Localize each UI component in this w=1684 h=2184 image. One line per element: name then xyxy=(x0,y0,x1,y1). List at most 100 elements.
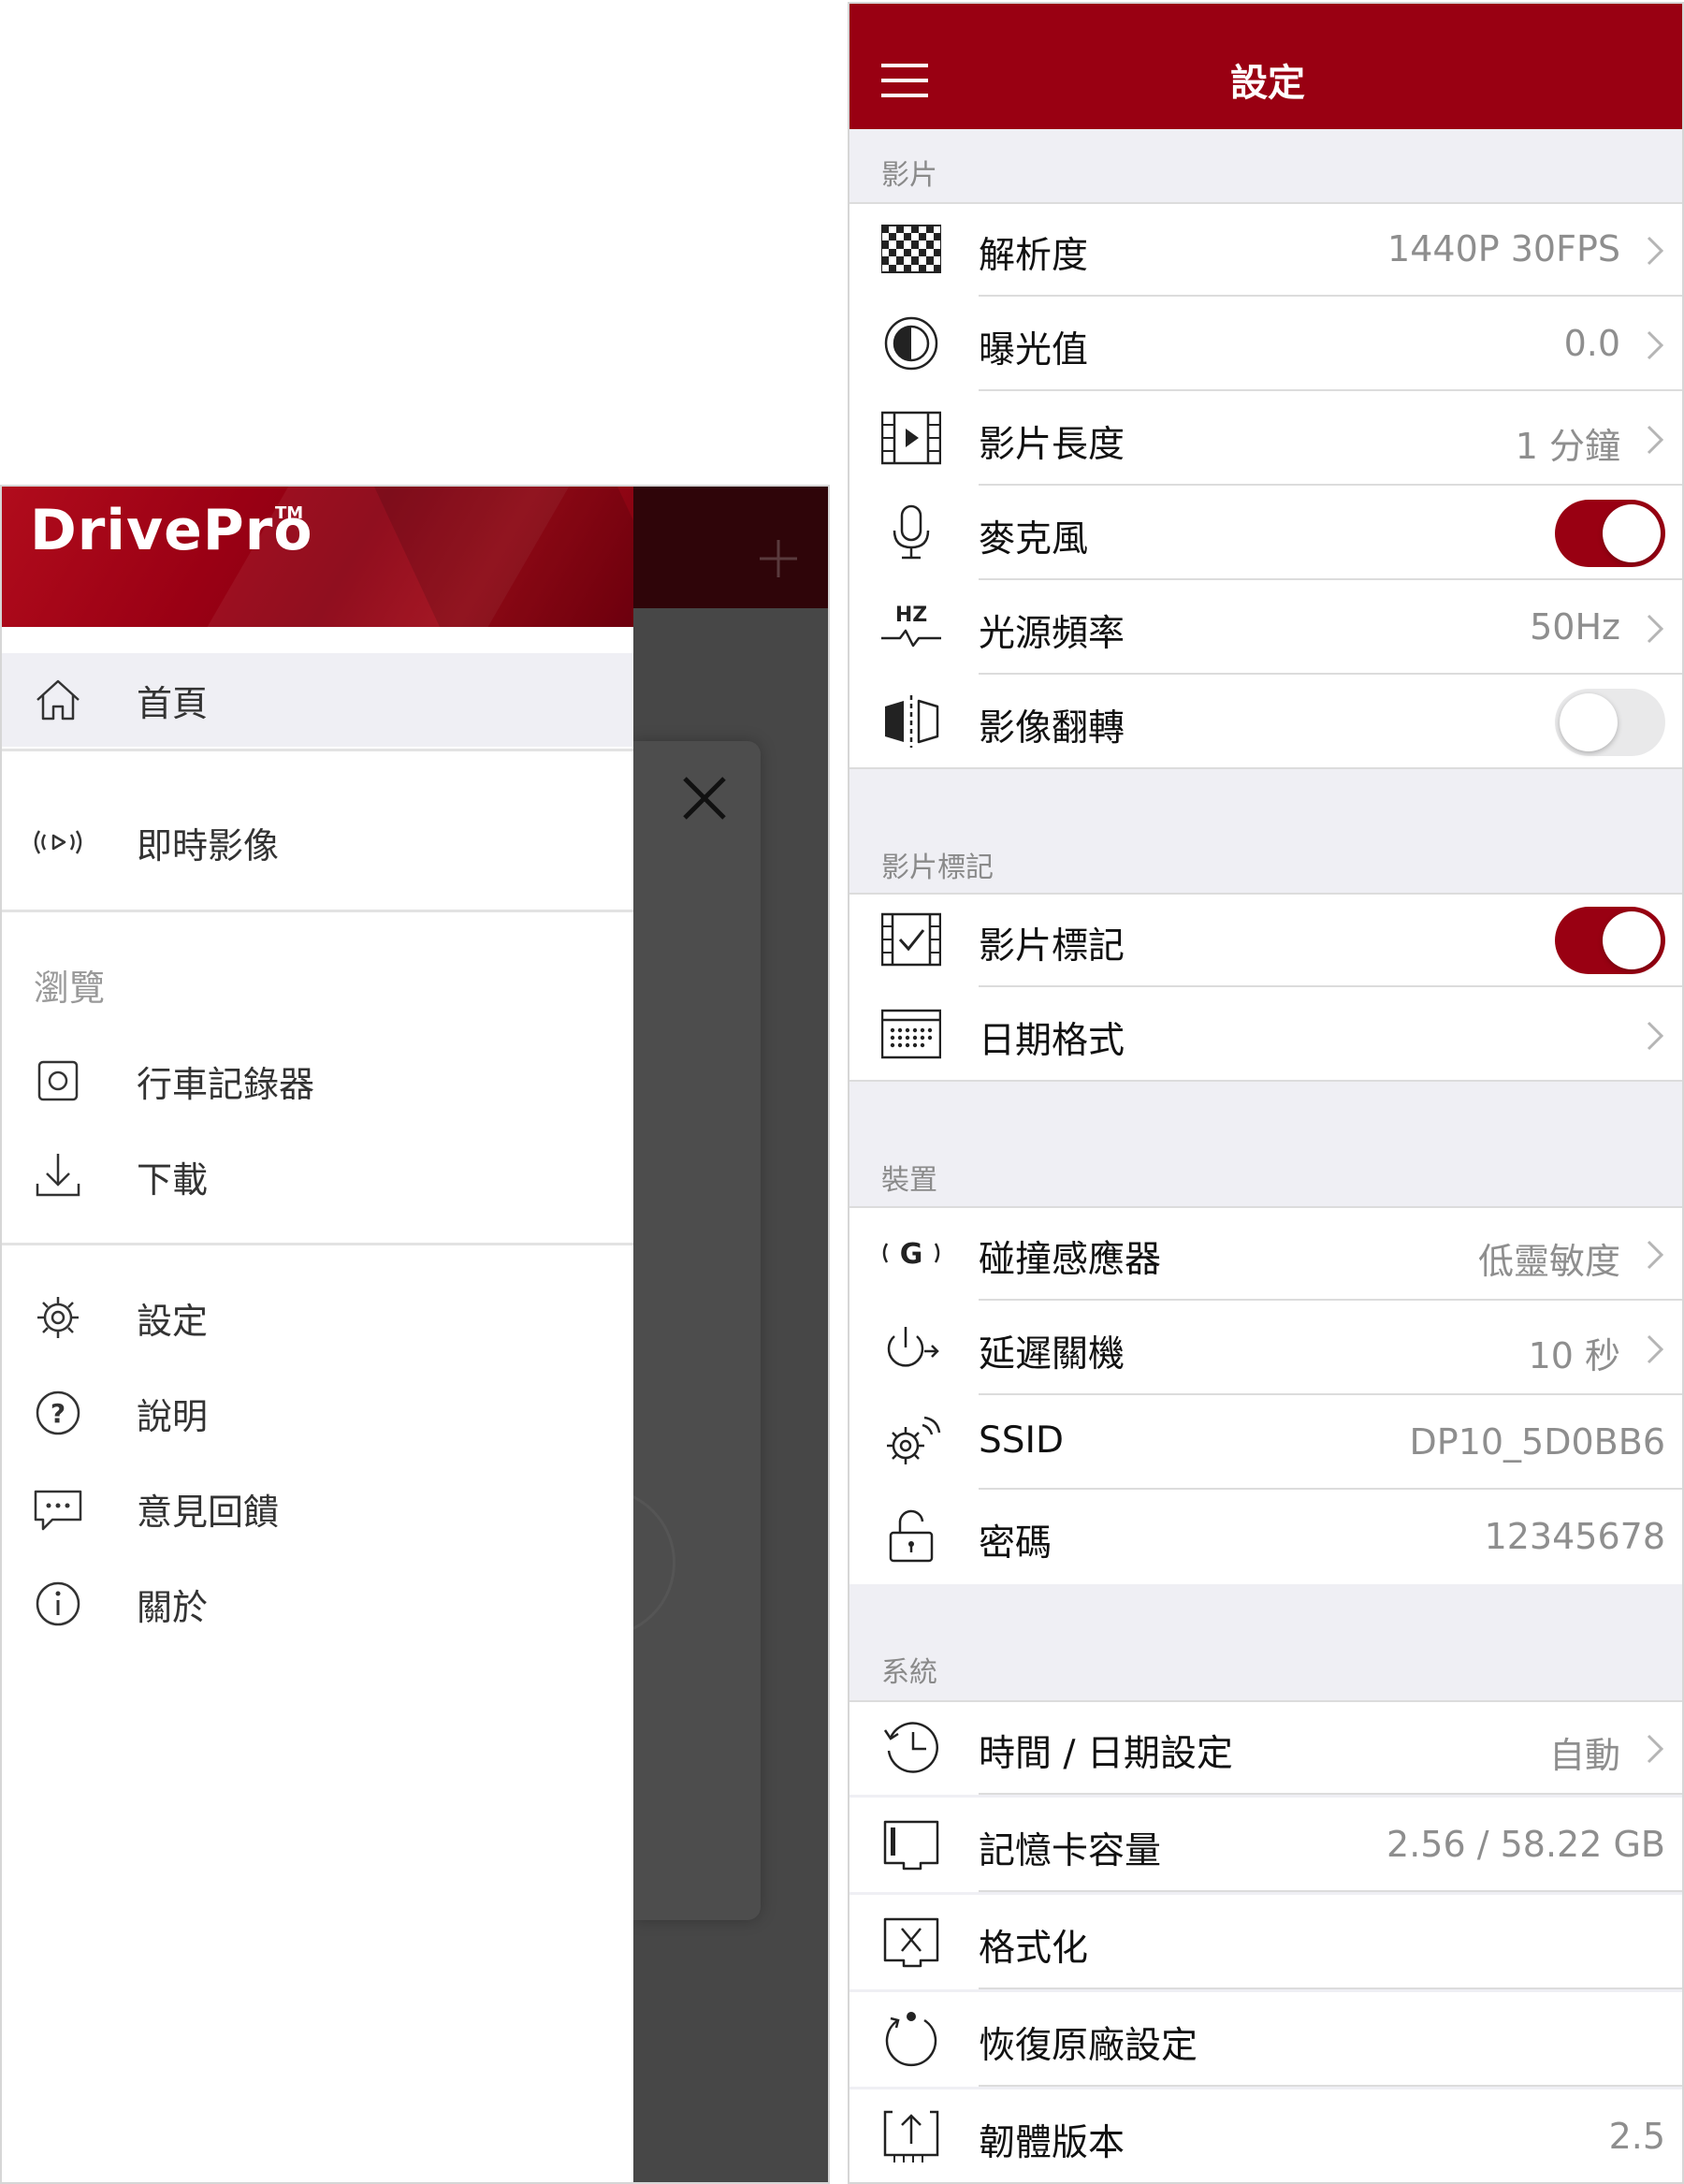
setting-label: 日期格式 xyxy=(979,1020,1125,1062)
setting-label: 韌體版本 xyxy=(979,2122,1125,2164)
setting-row-storage: 記憶卡容量 2.56 / 58.22 GB xyxy=(849,1798,1682,1892)
chevron-right-icon xyxy=(1647,425,1664,455)
film-icon xyxy=(881,411,941,465)
setting-row-firmware: 韌體版本 2.5 xyxy=(849,2089,1682,2182)
divider xyxy=(2,910,633,912)
setting-label: 密碼 xyxy=(979,1522,1052,1565)
section-header-system: 系統 xyxy=(881,1656,937,1689)
divider xyxy=(849,1206,1682,1208)
image-flip-toggle[interactable] xyxy=(1555,689,1665,756)
setting-label: 格式化 xyxy=(979,1928,1089,1970)
drawer-item-about[interactable]: 關於 xyxy=(2,1557,633,1651)
video-tag-icon xyxy=(881,912,941,967)
drawer-item-settings[interactable]: 設定 xyxy=(2,1271,633,1364)
resolution-checker-icon xyxy=(881,225,941,273)
drawer-item-label: 即時影像 xyxy=(137,824,280,866)
divider xyxy=(849,767,1682,769)
setting-row-exposure[interactable]: 曝光值 0.0 xyxy=(849,297,1682,391)
drawer-item-download[interactable]: 下載 xyxy=(2,1129,633,1223)
section-header-video: 影片 xyxy=(881,159,937,192)
divider xyxy=(849,1700,1682,1702)
setting-label: 延遲關機 xyxy=(979,1333,1125,1376)
setting-row-g-sensor[interactable]: G 碰撞感應器 低靈敏度 xyxy=(849,1206,1682,1301)
gear-icon xyxy=(37,1297,79,1338)
video-tag-toggle[interactable] xyxy=(1555,907,1665,974)
setting-value: 1440P 30FPS xyxy=(1387,228,1620,269)
dashcam-icon xyxy=(37,1060,79,1101)
setting-value: 10 秒 xyxy=(1528,1335,1620,1376)
firmware-upload-icon xyxy=(883,2110,939,2162)
setting-value: 自動 xyxy=(1548,1735,1620,1776)
exposure-icon xyxy=(884,316,938,371)
setting-row-video-tag: 影片標記 xyxy=(849,893,1682,987)
divider xyxy=(2,749,633,751)
setting-value: 0.0 xyxy=(1563,323,1620,364)
history-clock-icon xyxy=(883,1722,939,1773)
toggle-knob xyxy=(1560,693,1618,751)
setting-value: DP10_5D0BB6 xyxy=(1409,1421,1665,1463)
setting-value: 低靈敏度 xyxy=(1477,1241,1620,1282)
close-icon[interactable] xyxy=(681,775,728,822)
drawer-section-browse: 瀏覽 xyxy=(34,968,106,1009)
drawer-item-live-view[interactable]: 即時影像 xyxy=(2,795,633,889)
unlock-icon xyxy=(889,1509,934,1563)
setting-label: 恢復原廠設定 xyxy=(979,2025,1198,2067)
page-title: 設定 xyxy=(1230,62,1305,105)
chevron-right-icon xyxy=(1647,1334,1664,1364)
svg-text:G: G xyxy=(900,1238,923,1271)
settings-screen: 設定 影片 解析度 1440P 30FPS 曝光值 0.0 影片長度 1 分鐘 … xyxy=(848,2,1684,2184)
divider xyxy=(979,1890,1682,1892)
live-view-icon xyxy=(34,830,82,854)
home-icon xyxy=(36,679,80,721)
divider xyxy=(2,1243,633,1245)
setting-label: 影像翻轉 xyxy=(979,707,1125,750)
drawer-item-home[interactable]: 首頁 xyxy=(2,653,633,747)
setting-value: 50Hz xyxy=(1530,606,1620,648)
setting-row-format[interactable]: 格式化 xyxy=(849,1895,1682,1989)
setting-label: 影片標記 xyxy=(979,925,1125,968)
navigation-drawer: DrivePro TM 首頁 即時影像 瀏覽 行車記錄器 下載 設定 ? 說明 … xyxy=(2,487,633,2182)
reset-icon xyxy=(885,2012,937,2067)
drawer-item-help[interactable]: ? 說明 xyxy=(2,1366,633,1460)
help-icon: ? xyxy=(36,1390,80,1435)
setting-label: 碰撞感應器 xyxy=(979,1239,1162,1281)
setting-label: 解析度 xyxy=(979,235,1089,277)
setting-row-ssid: SSID DP10_5D0BB6 xyxy=(849,1395,1682,1490)
divider xyxy=(979,2085,1682,2087)
g-sensor-icon: G xyxy=(882,1238,940,1271)
calendar-icon xyxy=(881,1009,941,1059)
wifi-gear-icon xyxy=(887,1416,941,1464)
memory-card-icon xyxy=(883,1820,939,1871)
setting-row-date-format[interactable]: 日期格式 xyxy=(849,987,1682,1082)
setting-row-delay-shutdown[interactable]: 延遲關機 10 秒 xyxy=(849,1301,1682,1395)
svg-text:?: ? xyxy=(51,1398,65,1429)
setting-row-factory-reset[interactable]: 恢復原廠設定 xyxy=(849,1992,1682,2087)
format-card-icon xyxy=(883,1917,939,1968)
drawer-item-feedback[interactable]: 意見回饋 xyxy=(2,1462,633,1555)
dimmed-dialog-card xyxy=(633,741,761,1920)
setting-row-video-length[interactable]: 影片長度 1 分鐘 xyxy=(849,391,1682,486)
setting-value: 12345678 xyxy=(1484,1516,1665,1557)
chevron-right-icon xyxy=(1647,614,1664,644)
drawer-item-dashcam[interactable]: 行車記錄器 xyxy=(2,1034,633,1128)
microphone-toggle[interactable] xyxy=(1555,500,1665,567)
drawer-item-label: 關於 xyxy=(137,1586,209,1628)
setting-label: 光源頻率 xyxy=(979,613,1125,655)
setting-row-light-frequency[interactable]: HZ 光源頻率 50Hz xyxy=(849,580,1682,675)
section-header-device: 裝置 xyxy=(881,1164,937,1197)
divider xyxy=(849,202,1682,204)
add-icon[interactable] xyxy=(758,538,799,579)
feedback-icon xyxy=(34,1490,82,1531)
divider xyxy=(979,1793,1682,1795)
setting-row-time-date[interactable]: 時間 / 日期設定 自動 xyxy=(849,1700,1682,1795)
chevron-right-icon xyxy=(1647,236,1664,266)
svg-text:HZ: HZ xyxy=(895,604,927,627)
setting-row-microphone: 麥克風 xyxy=(849,486,1682,580)
section-header-video-tag: 影片標記 xyxy=(881,852,994,884)
setting-label: 影片長度 xyxy=(979,424,1125,466)
dimmed-header xyxy=(633,487,828,608)
setting-label: SSID xyxy=(979,1420,1065,1462)
microphone-icon xyxy=(893,504,930,560)
setting-row-resolution[interactable]: 解析度 1440P 30FPS xyxy=(849,202,1682,297)
toggle-knob xyxy=(1603,504,1661,562)
